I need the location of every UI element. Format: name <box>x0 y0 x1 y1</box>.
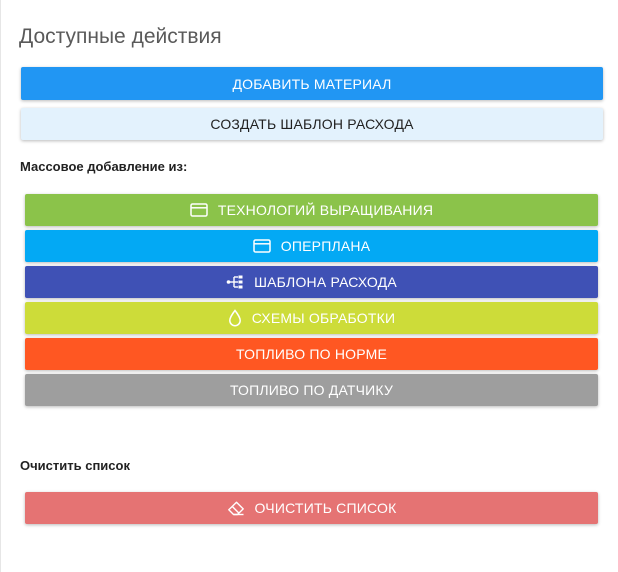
add-material-label: ДОБАВИТЬ МАТЕРИАЛ <box>232 75 392 92</box>
fuel-by-sensor-button[interactable]: ТОПЛИВО ПО ДАТЧИКУ <box>25 374 598 406</box>
panel-left-border <box>0 0 1 572</box>
from-operplan-button[interactable]: ОПЕРПЛАНА <box>25 230 598 262</box>
fuel-by-sensor-label: ТОПЛИВО ПО ДАТЧИКУ <box>229 382 394 398</box>
fuel-by-norm-label: ТОПЛИВО ПО НОРМЕ <box>236 346 387 362</box>
from-tech-label: ТЕХНОЛОГИЙ ВЫРАЩИВАНИЯ <box>217 202 434 218</box>
clear-list-label: ОЧИСТИТЬ СПИСОК <box>254 500 397 516</box>
card-icon <box>190 203 208 217</box>
from-schemes-button[interactable]: СХЕМЫ ОБРАБОТКИ <box>25 302 598 334</box>
clear-section-label: Очистить список <box>20 458 130 473</box>
hierarchy-icon <box>226 274 244 290</box>
fuel-by-norm-button[interactable]: ТОПЛИВО ПО НОРМЕ <box>25 338 598 370</box>
create-template-button[interactable]: СОЗДАТЬ ШАБЛОН РАСХОДА <box>21 108 603 140</box>
mass-add-label: Массовое добавление из: <box>20 159 188 174</box>
add-material-button[interactable]: ДОБАВИТЬ МАТЕРИАЛ <box>21 67 603 100</box>
create-template-label: СОЗДАТЬ ШАБЛОН РАСХОДА <box>210 116 414 132</box>
clear-list-button[interactable]: ОЧИСТИТЬ СПИСОК <box>25 492 598 524</box>
from-tech-button[interactable]: ТЕХНОЛОГИЙ ВЫРАЩИВАНИЯ <box>25 194 598 226</box>
from-template-button[interactable]: ШАБЛОНА РАСХОДА <box>25 266 598 298</box>
drop-icon <box>228 309 242 327</box>
card-icon <box>253 239 271 253</box>
from-schemes-label: СХЕМЫ ОБРАБОТКИ <box>251 310 396 326</box>
from-operplan-label: ОПЕРПЛАНА <box>280 238 371 254</box>
panel-title: Доступные действия <box>19 25 222 48</box>
from-template-label: ШАБЛОНА РАСХОДА <box>254 274 397 290</box>
eraser-icon <box>227 501 245 516</box>
